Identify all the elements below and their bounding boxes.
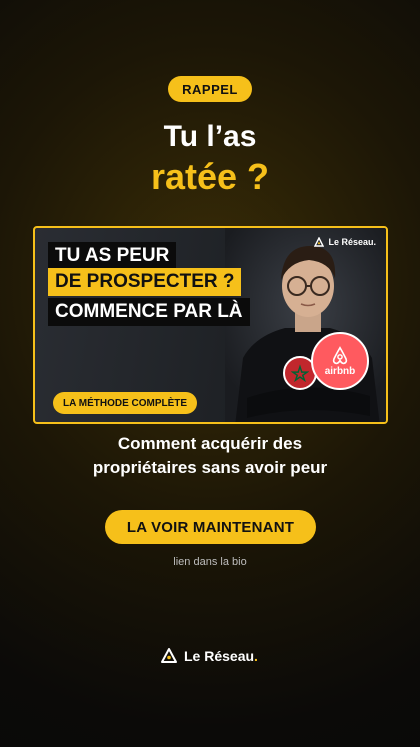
headline-line-2: ratée ? — [150, 156, 270, 197]
subtitle-line-1: Comment acquérir des — [117, 434, 303, 453]
airbnb-label: airbnb — [324, 366, 356, 377]
watch-now-button[interactable]: LA VOIR MAINTENANT — [105, 510, 316, 544]
footer-brand-dot: . — [254, 648, 258, 664]
thumbnail-brand-logo: Le Réseau. — [314, 237, 376, 247]
thumbnail-title-line-3: COMMENCE PAR LÀ — [48, 298, 250, 326]
presenter-image — [225, 228, 386, 422]
subtitle-line-2: propriétaires sans avoir peur — [92, 458, 328, 477]
thumbnail-brand-text: Le Réseau. — [328, 237, 376, 247]
video-thumbnail[interactable]: TU AS PEUR DE PROSPECTER ? COMMENCE PAR … — [33, 226, 388, 424]
reminder-badge: RAPPEL — [168, 76, 252, 102]
subtitle: Comment acquérir des propriétaires sans … — [0, 432, 420, 480]
footer-brand: Le Réseau. — [160, 646, 258, 666]
brand-mark-icon — [314, 237, 325, 247]
headline-line-1: Tu l’as — [163, 120, 257, 153]
bio-link-note: lien dans la bio — [173, 556, 247, 568]
thumbnail-title-line-2: DE PROSPECTER ? — [48, 268, 242, 296]
airbnb-logo-icon: airbnb — [311, 332, 369, 390]
brand-mark-icon — [161, 648, 177, 663]
method-pill: LA MÉTHODE COMPLÈTE — [53, 392, 198, 414]
thumbnail-title-line-1: TU AS PEUR — [48, 242, 177, 270]
footer-brand-name: Le Réseau — [184, 648, 255, 664]
